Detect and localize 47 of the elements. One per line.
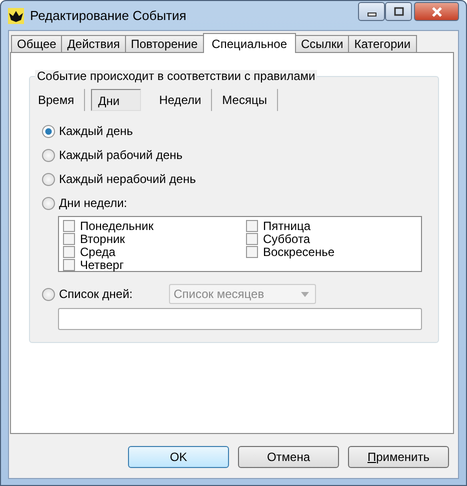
dropdown-arrow-icon [300,292,309,296]
checkbox[interactable] [246,232,258,244]
radio-label[interactable]: Каждый рабочий день [59,148,183,162]
minimize-button[interactable] [358,2,385,21]
checkbox-label[interactable]: Понедельник [80,218,154,232]
checkbox[interactable] [63,220,75,232]
tab[interactable]: Повторение [124,35,204,52]
radio-label[interactable]: Список дней: [59,287,133,301]
tab[interactable]: Специальное [202,33,296,53]
checkbox-label[interactable]: Вторник [80,232,125,246]
checkbox-label[interactable]: Среда [80,244,116,258]
checkbox-label[interactable]: Пятница [263,218,310,232]
radio-button[interactable] [42,124,55,138]
tab[interactable]: Ссылки [295,35,350,52]
window-title: Редактирование События [30,8,188,23]
app-icon [8,8,24,24]
dialog-button[interactable]: Применить [348,446,449,468]
radio-button[interactable] [42,196,55,210]
tab[interactable]: Категории [348,35,417,52]
radio-button[interactable] [42,288,55,300]
tab[interactable]: Недели [149,89,212,111]
close-button[interactable] [414,2,459,21]
tab[interactable]: Общее [11,35,62,52]
tab[interactable]: Время [34,89,86,111]
checkbox[interactable] [63,232,75,244]
checkbox-label[interactable]: Четверг [80,258,124,272]
day-list-field[interactable] [58,308,422,330]
radio-button[interactable] [42,148,55,162]
tab[interactable]: Действия [61,35,126,52]
radio-button[interactable] [42,172,55,186]
checkbox[interactable] [246,246,258,258]
tab[interactable]: Дни [91,89,142,111]
checkbox[interactable] [246,220,258,232]
group-title: Событие происходит в соответствии с правилами [35,70,318,83]
checkbox[interactable] [63,258,75,270]
close-icon [430,6,442,16]
tab[interactable]: Месяцы [212,89,278,111]
checkbox-label[interactable]: Воскресенье [263,244,335,258]
dialog-button[interactable]: Отмена [238,446,339,468]
radio-label[interactable]: Каждый нерабочий день [59,172,196,186]
radio-label[interactable]: Каждый день [59,124,133,138]
checkbox-label[interactable]: Суббота [263,232,310,246]
radio-label[interactable]: Дни недели: [59,196,128,210]
dialog-button[interactable]: OK [128,446,229,468]
maximize-button[interactable] [385,2,412,21]
checkbox[interactable] [63,246,75,258]
maximize-icon [394,6,404,16]
